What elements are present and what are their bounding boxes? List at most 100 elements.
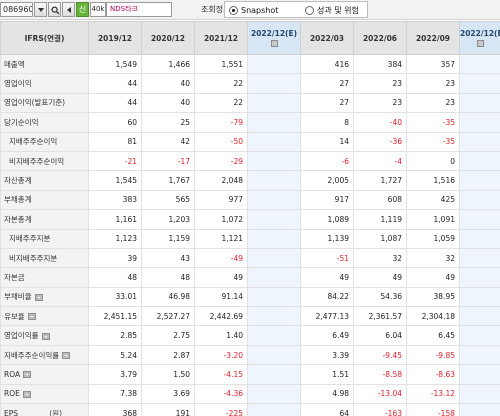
value-cell — [247, 228, 301, 249]
value-cell: 25 — [141, 112, 195, 133]
info-icon[interactable] — [23, 371, 32, 379]
table-row: 유보율 2,451.15 2,527.27 2,442.69 2,477.13 2,361… — [0, 306, 500, 327]
info-icon[interactable] — [41, 332, 50, 340]
value-cell: -29 — [194, 150, 248, 172]
row-label-cell: 비지배주주순이익 — [0, 150, 89, 172]
row-label: ROE — [4, 389, 20, 399]
row-label-cell: 비지배주주지분 — [0, 247, 89, 269]
value-cell — [459, 403, 500, 416]
value-cell — [247, 344, 301, 366]
value-cell: -8.63 — [406, 364, 460, 385]
column-header-label: 2022/12(E) — [460, 29, 500, 38]
row-label-cell: 영업이익률 — [0, 325, 89, 346]
unit-label: (원) — [49, 408, 63, 416]
value-cell: 7.38 — [88, 383, 142, 405]
value-cell: -4.36 — [194, 383, 248, 405]
value-cell — [247, 150, 301, 172]
info-icon[interactable] — [22, 390, 31, 398]
value-cell: 32 — [353, 247, 407, 269]
row-label-cell: 매출액 — [0, 53, 89, 75]
row-label-cell: 자산총계 — [0, 170, 89, 191]
column-header-estimate[interactable]: 2022/12(E) — [459, 21, 500, 55]
table-row: ROE 7.38 3.69 -4.36 4.98 -13.04 -13.12 — [0, 383, 500, 405]
row-label-cell: 자본총계 — [0, 209, 89, 230]
value-cell: 1,516 — [406, 170, 460, 191]
value-cell: -50 — [194, 131, 248, 152]
value-cell — [247, 267, 301, 288]
value-cell: 1,466 — [141, 53, 195, 75]
row-label-cell: 영업이익(발표기준) — [0, 92, 89, 114]
value-cell: 2.87 — [141, 344, 195, 366]
value-cell: 1.50 — [141, 364, 195, 385]
table-row: 지배주주순이익률 5.24 2.87 -3.20 3.39 -9.45 -9.85 — [0, 344, 500, 366]
value-cell: 23 — [353, 92, 407, 114]
value-cell — [247, 209, 301, 230]
value-cell — [459, 170, 500, 191]
value-cell: 49 — [194, 267, 248, 288]
info-icon[interactable] — [34, 293, 43, 301]
value-cell: 22 — [194, 92, 248, 114]
radio-checked-icon — [229, 6, 238, 15]
value-cell — [247, 189, 301, 211]
row-label: 영업이익 — [4, 79, 32, 89]
view-mode-radio-group: Snapshot 성과 및 위험 — [224, 1, 368, 18]
row-label: 부채총계 — [4, 195, 32, 205]
table-row: 영업이익률 2.85 2.75 1.40 6.49 6.04 6.45 — [0, 325, 500, 346]
table-row: 자본금 48 48 49 49 49 49 — [0, 267, 500, 288]
value-cell: 32 — [406, 247, 460, 269]
stock-code-input[interactable]: 086960 — [0, 2, 33, 17]
value-cell: 1,159 — [141, 228, 195, 249]
value-cell: 1.51 — [300, 364, 354, 385]
value-cell: 49 — [300, 267, 354, 288]
back-button[interactable] — [62, 2, 75, 17]
value-cell: 2.75 — [141, 325, 195, 346]
value-cell: 39 — [88, 247, 142, 269]
value-cell: 1,123 — [88, 228, 142, 249]
table-row: 자산총계 1,545 1,767 2,048 2,005 1,727 1,516 — [0, 170, 500, 191]
row-label-cell: 지배주주순이익 — [0, 131, 89, 152]
new-button[interactable]: 신 — [76, 2, 89, 17]
value-cell: 91.14 — [194, 286, 248, 308]
period-selector[interactable]: 40k — [90, 2, 106, 17]
row-label: 영업이익(발표기준) — [4, 98, 66, 108]
value-cell: -40 — [353, 112, 407, 133]
value-cell — [459, 286, 500, 308]
row-label: 당기순이익 — [4, 117, 39, 127]
value-cell — [459, 228, 500, 249]
value-cell: -51 — [300, 247, 354, 269]
table-row: 영업이익 44 40 22 27 23 23 — [0, 73, 500, 94]
value-cell — [247, 53, 301, 75]
value-cell: 1,767 — [141, 170, 195, 191]
table-row: 지배주주순이익 81 42 -50 14 -36 -35 — [0, 131, 500, 152]
info-icon[interactable] — [62, 352, 71, 360]
row-label: 자본총계 — [4, 214, 32, 224]
value-cell: 2,304.18 — [406, 306, 460, 327]
row-label: 매출액 — [4, 59, 25, 69]
row-label: 영업이익률 — [4, 331, 39, 341]
row-label-cell: 지배주주지분 — [0, 228, 89, 249]
value-cell: 1,551 — [194, 53, 248, 75]
value-cell: 416 — [300, 53, 354, 75]
value-cell: 2,005 — [300, 170, 354, 191]
table-row: 비지배주주순이익 -21 -17 -29 -6 -4 0 — [0, 150, 500, 172]
row-label: 지배주주지분 — [9, 234, 51, 244]
value-cell — [459, 383, 500, 405]
value-cell: 1,091 — [406, 209, 460, 230]
value-cell: 1,119 — [353, 209, 407, 230]
value-cell: -35 — [406, 131, 460, 152]
search-button[interactable] — [48, 2, 61, 17]
expand-icon — [271, 39, 278, 47]
dropdown-button[interactable] — [34, 2, 47, 17]
value-cell — [459, 73, 500, 94]
value-cell: 60 — [88, 112, 142, 133]
value-cell — [459, 150, 500, 172]
value-cell: 1.40 — [194, 325, 248, 346]
value-cell — [459, 267, 500, 288]
column-header-estimate[interactable]: 2022/12(E) — [247, 21, 301, 55]
table-row: 부채비율 33.01 46.98 91.14 84.22 54.36 38.95 — [0, 286, 500, 308]
table-row: 자본총계 1,161 1,203 1,072 1,089 1,119 1,091 — [0, 209, 500, 230]
value-cell: 44 — [88, 73, 142, 94]
info-icon[interactable] — [27, 313, 36, 321]
value-cell: 40 — [141, 92, 195, 114]
row-label-cell: ROA — [0, 364, 89, 385]
